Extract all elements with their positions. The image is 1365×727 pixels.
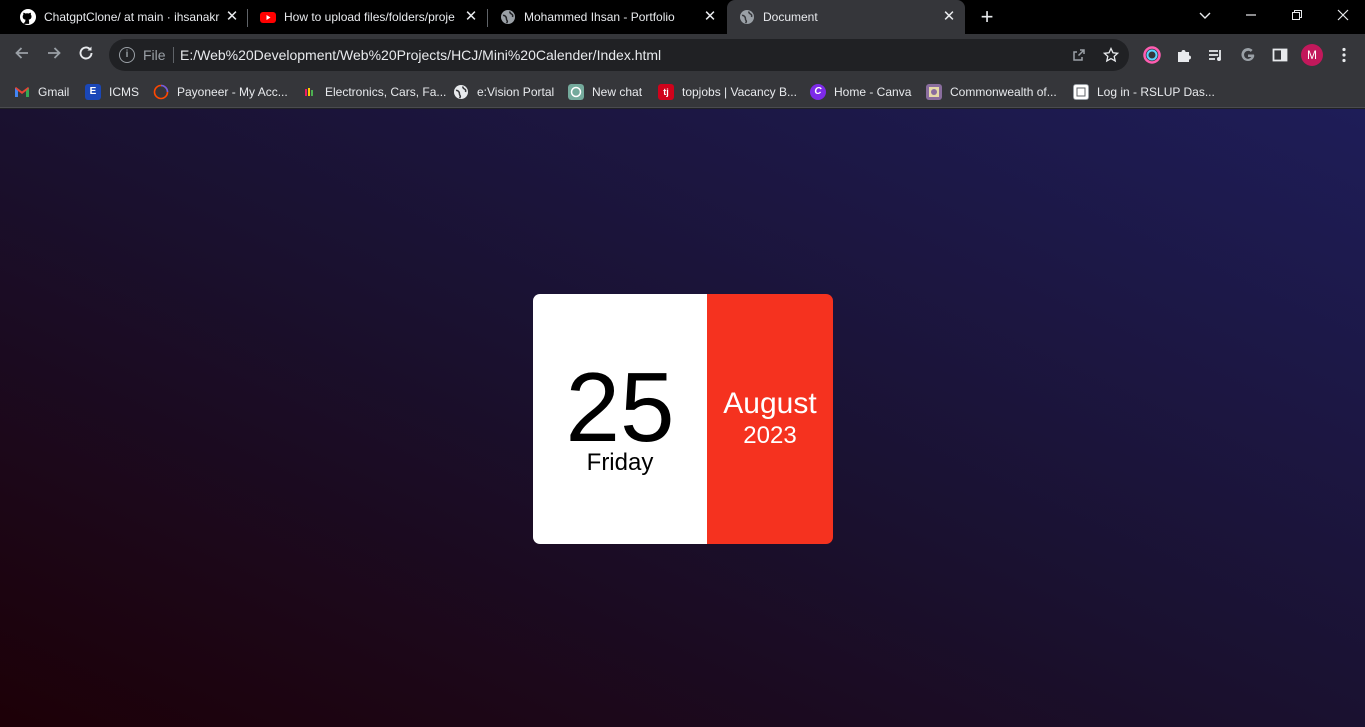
tab-title: Document — [763, 10, 818, 24]
bookmark-canva[interactable]: C Home - Canva — [810, 81, 911, 103]
url-scheme-label: File — [143, 47, 166, 63]
colorzilla-extension-icon[interactable] — [1143, 46, 1161, 64]
close-icon[interactable]: ✕ — [463, 9, 479, 25]
canva-icon: C — [810, 84, 826, 100]
arrow-right-icon — [48, 47, 61, 59]
close-icon[interactable]: ✕ — [702, 9, 718, 25]
info-icon[interactable]: i — [119, 47, 135, 63]
mini-calendar-card: 25 Friday August 2023 — [533, 294, 833, 544]
calendar-date-panel: 25 Friday — [533, 294, 707, 544]
github-icon — [20, 9, 36, 25]
calendar-day: Friday — [586, 449, 654, 476]
calendar-month: August — [723, 387, 817, 420]
minimize-button[interactable] — [1239, 6, 1263, 28]
bookmark-gmail[interactable]: Gmail — [14, 81, 69, 103]
gmail-icon — [15, 87, 29, 97]
rslup-icon — [1073, 84, 1089, 100]
url-divider — [173, 47, 174, 63]
profile-avatar[interactable]: M — [1301, 44, 1323, 66]
close-icon[interactable]: ✕ — [941, 9, 957, 25]
ikman-icon — [305, 88, 313, 96]
address-bar[interactable]: i File E:/Web%20Development/Web%20Projec… — [109, 39, 1129, 71]
globe-icon — [501, 10, 515, 24]
forward-button[interactable] — [43, 44, 65, 66]
media-control-icon[interactable] — [1207, 46, 1225, 64]
bookmark-new-chat[interactable]: New chat — [568, 81, 642, 103]
page-viewport: 25 Friday August 2023 — [0, 109, 1365, 727]
col-icon — [926, 84, 942, 100]
bookmark-commonwealth[interactable]: Commonwealth of... — [926, 81, 1057, 103]
calendar-year: 2023 — [743, 422, 797, 449]
reload-button[interactable] — [75, 44, 97, 66]
bookmark-evision[interactable]: e:Vision Portal — [453, 81, 554, 103]
bookmark-topjobs[interactable]: tj topjobs | Vacancy B... — [658, 81, 797, 103]
star-icon[interactable] — [1102, 46, 1120, 63]
extensions-puzzle-icon[interactable] — [1175, 46, 1193, 64]
arrow-left-icon — [15, 47, 28, 59]
tab-youtube[interactable]: How to upload files/folders/proje ✕ — [248, 0, 488, 34]
icms-icon: E — [85, 84, 101, 100]
reload-icon — [79, 46, 93, 60]
calendar-date: 25 — [565, 352, 675, 462]
side-panel-icon[interactable] — [1271, 46, 1289, 64]
share-icon[interactable] — [1071, 47, 1087, 63]
close-icon[interactable]: ✕ — [224, 9, 240, 25]
tab-title: How to upload files/folders/proje — [284, 10, 455, 24]
restore-button[interactable] — [1285, 6, 1309, 28]
back-button[interactable] — [11, 44, 33, 66]
google-extension-icon[interactable] — [1239, 46, 1257, 64]
topjobs-icon: tj — [658, 84, 674, 100]
bookmark-rslup[interactable]: Log in - RSLUP Das... — [1073, 81, 1215, 103]
tab-strip: ChatgptClone/ at main · ihsanakr ✕ How t… — [0, 0, 1365, 34]
tab-title: Mohammed Ihsan - Portfolio — [524, 10, 675, 24]
youtube-icon — [260, 12, 276, 23]
tab-title: ChatgptClone/ at main · ihsanakr — [44, 10, 220, 24]
tab-portfolio[interactable]: Mohammed Ihsan - Portfolio ✕ — [488, 0, 728, 34]
globe-icon — [740, 10, 754, 24]
bookmark-icms[interactable]: E ICMS — [85, 81, 139, 103]
kebab-menu-icon[interactable] — [1335, 46, 1353, 64]
browser-toolbar: i File E:/Web%20Development/Web%20Projec… — [0, 34, 1365, 76]
bookmark-payoneer[interactable]: Payoneer - My Acc... — [153, 81, 288, 103]
close-window-button[interactable] — [1331, 6, 1355, 28]
globe-icon — [454, 85, 468, 99]
new-tab-button[interactable]: + — [977, 6, 997, 28]
tab-document[interactable]: Document ✕ — [727, 0, 965, 34]
bookmark-ikman[interactable]: Electronics, Cars, Fa... — [301, 81, 446, 103]
tab-search-icon[interactable] — [1193, 6, 1217, 28]
bookmarks-bar: Gmail E ICMS Payoneer - My Acc... Electr… — [0, 76, 1365, 108]
openai-icon — [568, 84, 584, 100]
url-text[interactable]: E:/Web%20Development/Web%20Projects/HCJ/… — [180, 47, 661, 63]
tab-github[interactable]: ChatgptClone/ at main · ihsanakr ✕ — [8, 0, 248, 34]
calendar-month-panel: August 2023 — [707, 294, 833, 544]
payoneer-icon — [153, 84, 169, 100]
